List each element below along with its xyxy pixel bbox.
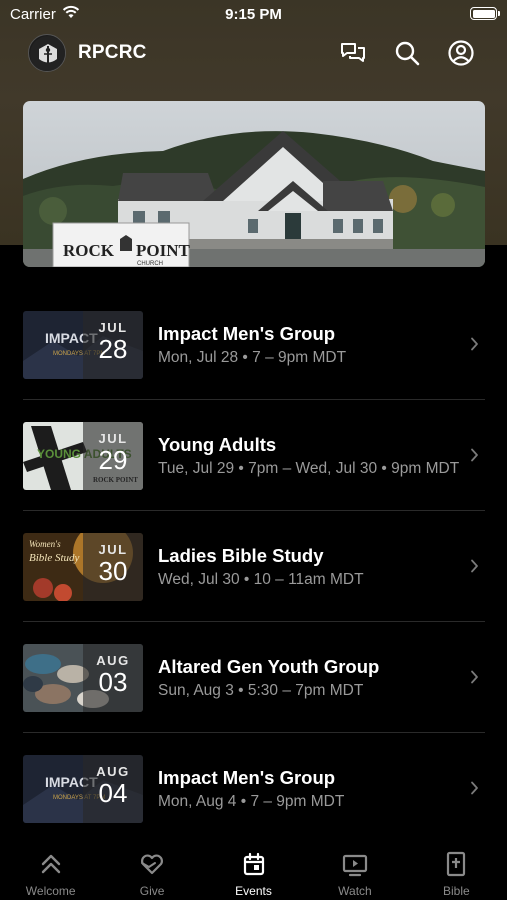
event-month: AUG	[96, 764, 130, 779]
chevron-right-icon	[471, 670, 478, 684]
hero-church-image[interactable]: ROCK POINT CHURCH	[23, 101, 485, 267]
date-badge: AUG 04	[83, 755, 143, 823]
event-day: 29	[98, 445, 128, 475]
event-subtitle: Tue, Jul 29 • 7pm – Wed, Jul 30 • 9pm MD…	[158, 460, 460, 477]
event-month: AUG	[96, 653, 130, 668]
chat-icon[interactable]	[338, 38, 368, 68]
chevron-right-icon	[471, 448, 478, 462]
tab-label: Welcome	[25, 884, 76, 898]
event-subtitle: Wed, Jul 30 • 10 – 11am MDT	[158, 571, 364, 588]
event-row[interactable]: Women's Bible Study JUL 30 Ladies Bible S…	[23, 511, 485, 622]
event-day: 28	[98, 334, 128, 364]
tab-label: Watch	[338, 884, 372, 898]
event-thumbnail: AUG 03	[23, 644, 143, 712]
svg-text:POINT: POINT	[136, 241, 191, 260]
event-thumbnail: IMPACT MONDAYS AT 7PM JUL 28	[23, 311, 143, 379]
tab-watch[interactable]: Watch	[304, 840, 405, 900]
tab-give[interactable]: Give	[101, 840, 202, 900]
event-title: Young Adults	[158, 434, 277, 455]
tab-label: Events	[235, 884, 272, 898]
event-month: JUL	[98, 320, 128, 335]
calendar-icon	[243, 852, 264, 876]
tab-events[interactable]: Events	[203, 840, 304, 900]
event-row[interactable]: IMPACT MONDAYS AT 7PM AUG 04 Impact Men's…	[23, 733, 485, 844]
tab-bible[interactable]: Bible	[406, 840, 507, 900]
tv-play-icon	[342, 854, 368, 877]
event-subtitle: Mon, Aug 4 • 7 – 9pm MDT	[158, 793, 345, 810]
date-badge: JUL 30	[83, 533, 143, 601]
event-thumbnail: IMPACT MONDAYS AT 7PM AUG 04	[23, 755, 143, 823]
date-badge: JUL 29	[83, 422, 143, 490]
status-bar: Carrier 9:15 PM	[0, 0, 507, 30]
tab-welcome[interactable]: Welcome	[0, 840, 101, 900]
give-heart-icon	[141, 854, 164, 875]
event-title: Ladies Bible Study	[158, 545, 324, 566]
date-badge: AUG 03	[83, 644, 143, 712]
tab-label: Bible	[442, 884, 470, 898]
clock: 9:15 PM	[225, 6, 282, 23]
chevron-right-icon	[471, 559, 478, 573]
event-day: 03	[98, 667, 128, 697]
svg-text:ROCK: ROCK	[63, 241, 115, 260]
event-row[interactable]: YOUNG ADULTSROCK POINT JUL 29 Young Adul…	[23, 400, 485, 511]
search-icon[interactable]	[392, 38, 422, 68]
app-header: RPCRC	[0, 30, 507, 76]
events-list: IMPACT MONDAYS AT 7PM JUL 28 Impact Men's…	[23, 289, 485, 844]
event-subtitle: Mon, Jul 28 • 7 – 9pm MDT	[158, 349, 347, 366]
event-row[interactable]: IMPACT MONDAYS AT 7PM JUL 28 Impact Men's…	[23, 289, 485, 400]
event-subtitle: Sun, Aug 3 • 5:30 – 7pm MDT	[158, 682, 364, 699]
tab-bar: Welcome Give Events Watch Bible	[0, 840, 507, 900]
thumb-subtext: Women's	[29, 539, 61, 549]
thumb-text: Bible Study	[29, 552, 80, 564]
event-month: JUL	[98, 542, 128, 557]
svg-text:CHURCH: CHURCH	[137, 261, 163, 267]
date-badge: JUL 28	[83, 311, 143, 379]
event-title: Impact Men's Group	[158, 767, 336, 788]
app-title: RPCRC	[78, 42, 147, 63]
event-row[interactable]: AUG 03 Altared Gen Youth Group Sun, Aug …	[23, 622, 485, 733]
account-icon[interactable]	[446, 38, 476, 68]
event-title: Altared Gen Youth Group	[158, 656, 380, 677]
double-chevron-up-icon	[41, 854, 60, 874]
battery-icon	[470, 7, 500, 20]
chevron-right-icon	[471, 337, 478, 351]
event-thumbnail: YOUNG ADULTSROCK POINT JUL 29	[23, 422, 143, 490]
event-day: 30	[98, 556, 128, 586]
event-thumbnail: Women's Bible Study JUL 30	[23, 533, 143, 601]
event-day: 04	[98, 778, 128, 808]
bible-icon	[447, 851, 466, 877]
church-logo[interactable]	[28, 34, 66, 72]
tab-label: Give	[139, 884, 165, 898]
chevron-right-icon	[471, 781, 478, 795]
event-title: Impact Men's Group	[158, 323, 336, 344]
event-month: JUL	[98, 431, 128, 446]
